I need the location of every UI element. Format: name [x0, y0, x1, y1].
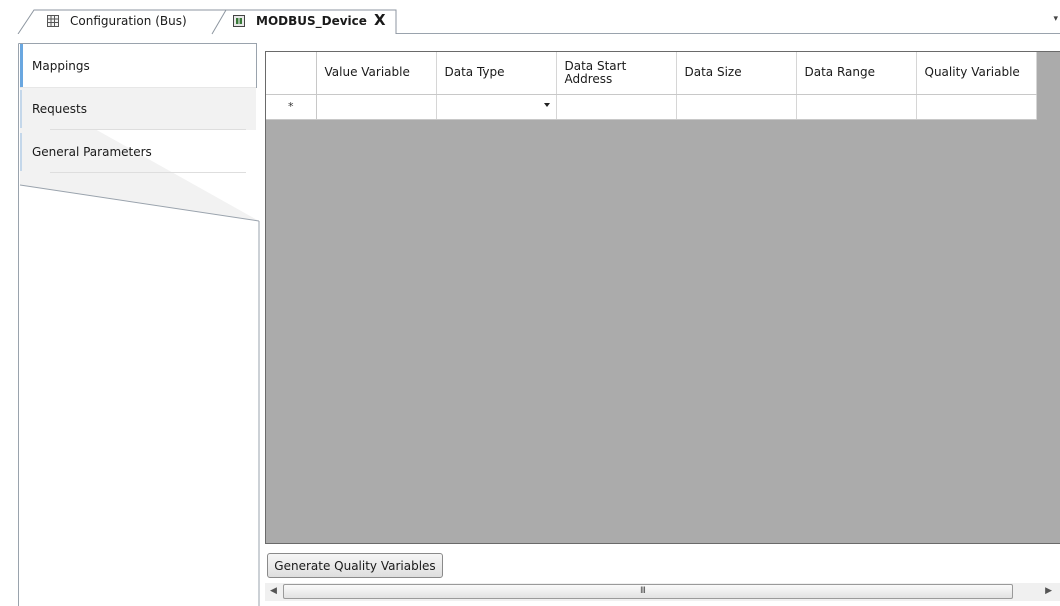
cell-data-size[interactable] [676, 94, 797, 120]
cell-quality-variable[interactable] [916, 94, 1037, 120]
tab-modbus-device[interactable]: MODBUS_Device X [0, 9, 400, 35]
editor-side-tabs: Mappings Requests General Parameters [18, 43, 260, 606]
column-header-data-start-address[interactable]: Data Start Address [556, 52, 677, 95]
table-header-row: Value Variable Data Type Data Start Addr… [266, 52, 1037, 95]
close-tab-icon[interactable]: X [374, 11, 386, 29]
column-header-quality-variable[interactable]: Quality Variable [916, 52, 1037, 95]
mappings-table: Value Variable Data Type Data Start Addr… [266, 52, 1037, 120]
column-header-data-size[interactable]: Data Size [676, 52, 797, 95]
side-tab-separator [50, 129, 246, 130]
side-tab-mappings[interactable]: Mappings [20, 44, 256, 87]
new-row-marker[interactable]: * [266, 94, 317, 120]
cell-data-range[interactable] [796, 94, 917, 120]
generate-quality-variables-button[interactable]: Generate Quality Variables [267, 553, 443, 578]
column-header-value-variable[interactable]: Value Variable [316, 52, 437, 95]
scrollbar-grip: III [640, 586, 646, 596]
scroll-right-arrow-icon[interactable]: ▶ [1045, 586, 1052, 596]
column-header-data-type[interactable]: Data Type [436, 52, 557, 95]
dropdown-arrow-icon[interactable] [543, 102, 550, 107]
side-tab-separator [50, 172, 246, 173]
editor-tab-strip: Configuration (Bus) MODBUS_Device X ▾ [0, 0, 1060, 35]
side-tab-general-parameters[interactable]: General Parameters [20, 131, 256, 173]
column-header-data-range[interactable]: Data Range [796, 52, 917, 95]
side-tab-general-parameters-label: General Parameters [32, 145, 152, 159]
mappings-grid[interactable]: Value Variable Data Type Data Start Addr… [265, 51, 1060, 544]
cell-data-type-dropdown[interactable] [436, 94, 557, 120]
horizontal-scrollbar[interactable]: ◀ III ▶ [265, 583, 1060, 601]
device-icon [232, 14, 246, 28]
tab-overflow-chevron-down-icon[interactable]: ▾ [1053, 14, 1058, 24]
side-tab-requests-label: Requests [32, 102, 87, 116]
scroll-left-arrow-icon[interactable]: ◀ [270, 586, 277, 596]
table-row: * [266, 94, 1037, 120]
side-tab-mappings-label: Mappings [32, 58, 90, 73]
tab-modbus-device-label: MODBUS_Device [256, 14, 367, 28]
cell-data-start-address[interactable] [556, 94, 677, 120]
scrollbar-thumb[interactable]: III [283, 584, 1013, 599]
row-header-corner [266, 52, 317, 95]
side-tab-requests[interactable]: Requests [20, 88, 256, 130]
cell-value-variable[interactable] [316, 94, 437, 120]
